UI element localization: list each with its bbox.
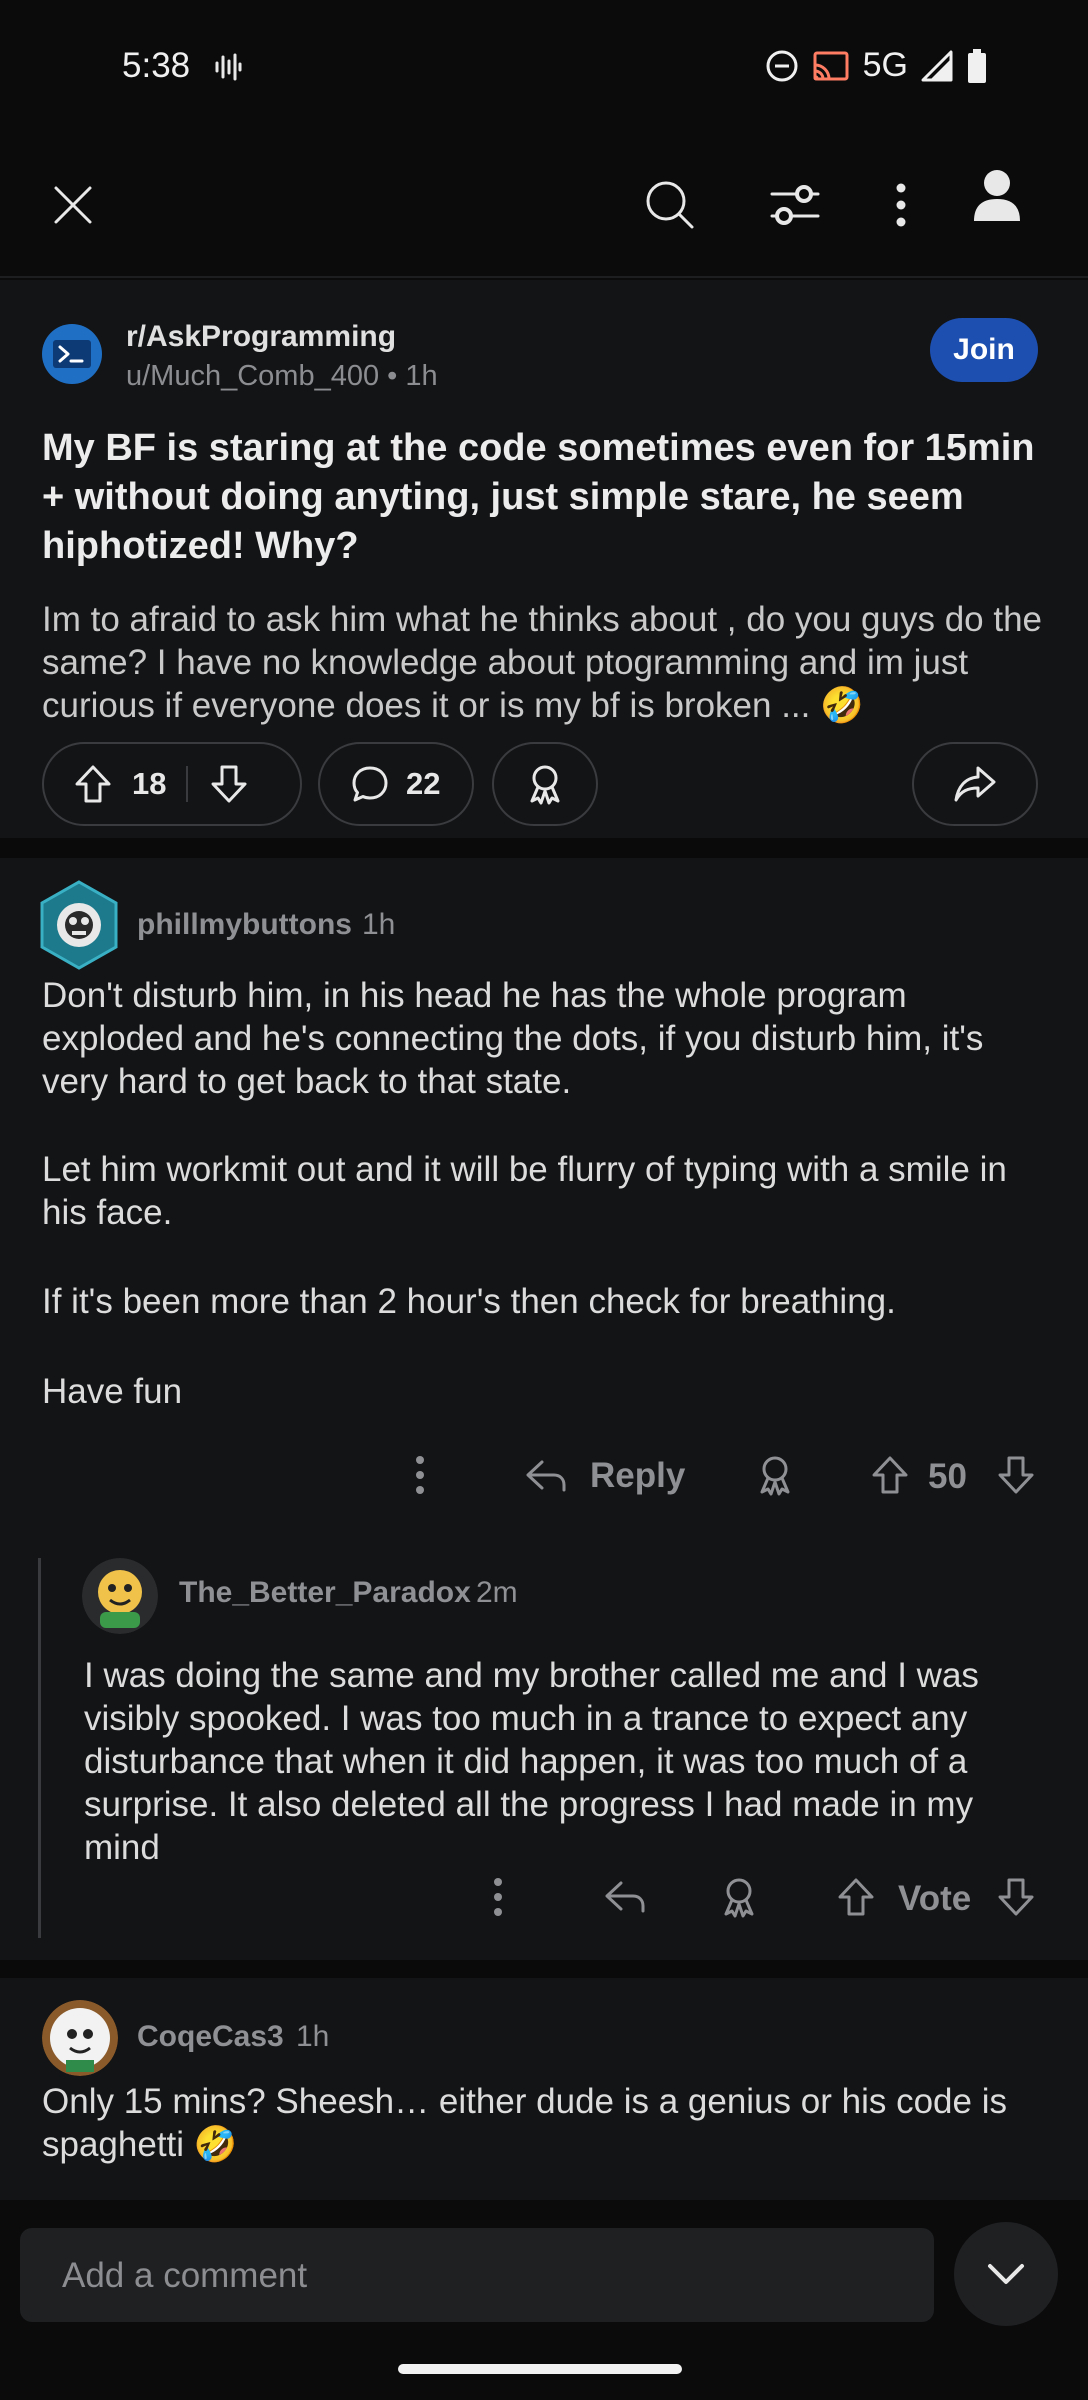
comment-text: I was doing the same and my brother call… bbox=[84, 1656, 979, 1867]
share-icon bbox=[952, 764, 998, 804]
status-time: 5:38 bbox=[122, 46, 191, 85]
post-body: Im to afraid to ask him what he thinks a… bbox=[42, 600, 1043, 725]
upvote-icon[interactable] bbox=[834, 1872, 878, 1922]
profile-icon[interactable] bbox=[962, 160, 1032, 230]
comment-text: Only 15 mins? Sheesh… either dude is a g… bbox=[42, 2082, 1007, 2164]
award-icon[interactable] bbox=[752, 1450, 798, 1500]
comment-input[interactable]: Add a comment bbox=[20, 2228, 934, 2322]
subreddit-name[interactable]: r/AskProgramming bbox=[126, 320, 396, 354]
reply-icon bbox=[524, 1458, 568, 1494]
reply-label: Reply bbox=[590, 1456, 686, 1495]
vote-divider bbox=[186, 766, 189, 802]
status-bar: 5:38 5G bbox=[0, 0, 1088, 130]
reply-icon[interactable] bbox=[600, 1872, 650, 1922]
close-icon[interactable] bbox=[38, 170, 108, 240]
comment-paragraph: Have fun bbox=[42, 1372, 183, 1411]
comment-more-icon[interactable] bbox=[478, 1872, 518, 1922]
comment-card: CoqeCas3 1h Only 15 mins? Sheesh… either… bbox=[0, 1978, 1088, 2218]
thread-line bbox=[38, 1558, 41, 1938]
filter-icon[interactable] bbox=[760, 170, 830, 240]
home-indicator[interactable] bbox=[398, 2364, 682, 2374]
toolbar-divider bbox=[0, 276, 1088, 278]
comment-time: 2m bbox=[476, 1576, 518, 1609]
post-card: r/AskProgramming u/Much_Comb_400 • 1h Jo… bbox=[0, 280, 1088, 838]
section-gap bbox=[0, 838, 1088, 858]
comment-paragraph: Don't disturb him, in his head he has th… bbox=[42, 976, 984, 1101]
wave-icon bbox=[214, 52, 242, 82]
downvote-icon[interactable] bbox=[994, 1872, 1038, 1922]
join-button[interactable]: Join bbox=[930, 318, 1038, 382]
search-icon[interactable] bbox=[635, 170, 705, 240]
chevron-down-icon bbox=[986, 2262, 1026, 2286]
vote-label: Vote bbox=[898, 1879, 972, 1918]
downvote-icon[interactable] bbox=[210, 764, 248, 804]
avatar[interactable] bbox=[82, 1558, 158, 1634]
upvote-count: 18 bbox=[132, 766, 167, 801]
collapse-button[interactable] bbox=[954, 2222, 1058, 2326]
comment-paragraph: Let him workmit out and it will be flurr… bbox=[42, 1150, 1007, 1232]
post-time: 1h bbox=[405, 360, 438, 392]
vote-pill: 18 bbox=[42, 742, 302, 826]
comment-more-icon[interactable] bbox=[400, 1450, 440, 1500]
comment-paragraph: If it's been more than 2 hour's then che… bbox=[42, 1282, 896, 1321]
top-toolbar bbox=[0, 140, 1088, 270]
more-icon[interactable] bbox=[866, 170, 936, 240]
upvote-icon[interactable] bbox=[868, 1450, 912, 1500]
comments-pill[interactable]: 22 bbox=[318, 742, 474, 826]
award-icon bbox=[525, 763, 565, 805]
award-icon[interactable] bbox=[716, 1872, 762, 1922]
signal-icon bbox=[920, 49, 954, 83]
reply-button[interactable]: Reply bbox=[524, 1448, 685, 1504]
subreddit-avatar[interactable] bbox=[42, 324, 102, 384]
comment-icon bbox=[350, 764, 390, 804]
avatar[interactable] bbox=[42, 2000, 118, 2076]
network-type: 5G bbox=[862, 46, 908, 84]
comment-username[interactable]: phillmybuttons bbox=[137, 908, 352, 942]
comment-input-placeholder: Add a comment bbox=[62, 2256, 308, 2295]
post-title: My BF is staring at the code sometimes e… bbox=[42, 427, 1035, 567]
post-meta: u/Much_Comb_400 • 1h bbox=[126, 360, 438, 393]
cast-icon bbox=[811, 49, 851, 83]
downvote-icon[interactable] bbox=[994, 1450, 1038, 1500]
comment-username[interactable]: CoqeCas3 bbox=[137, 2020, 284, 2054]
upvote-icon[interactable] bbox=[74, 764, 112, 804]
dnd-icon bbox=[765, 49, 799, 83]
comment-time: 1h bbox=[296, 2020, 330, 2053]
comments-section: phillmybuttons 1h Don't disturb him, in … bbox=[0, 858, 1088, 1960]
award-button[interactable] bbox=[492, 742, 598, 826]
post-author[interactable]: u/Much_Comb_400 bbox=[126, 360, 379, 392]
meta-separator: • bbox=[387, 360, 406, 392]
avatar[interactable] bbox=[38, 880, 120, 970]
comment-count: 22 bbox=[406, 766, 441, 801]
comment-time: 1h bbox=[362, 908, 396, 941]
section-gap bbox=[0, 1960, 1088, 1978]
comment-score: 50 bbox=[928, 1457, 967, 1496]
share-button[interactable] bbox=[912, 742, 1038, 826]
battery-icon bbox=[966, 48, 988, 84]
comment-username[interactable]: The_Better_Paradox bbox=[179, 1576, 471, 1610]
